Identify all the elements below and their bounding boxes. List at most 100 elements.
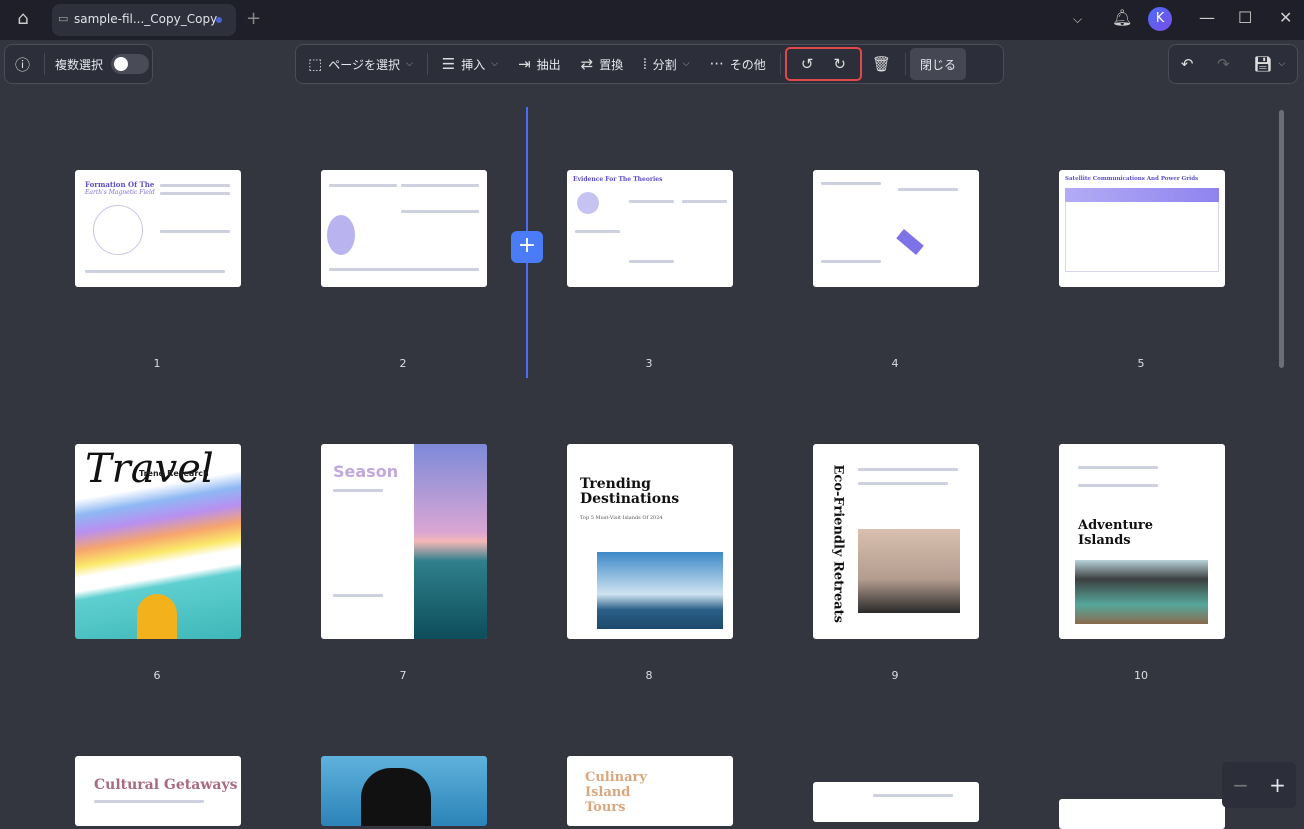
page-thumbnail-6[interactable]: Travel Trend Research [75,444,241,639]
page-thumbnail-2[interactable] [321,170,487,287]
page-title: Season [333,462,399,481]
page-number: 2 [399,357,407,370]
bell-icon[interactable]: 🔔︎ [1112,8,1132,27]
document-icon: ▭ [58,12,69,25]
cursor-select-icon: ⬚ [308,55,323,73]
page-title: Eco-Friendly Retreats [830,464,846,623]
page-thumbnail-14[interactable] [813,782,979,822]
more-button[interactable]: ··· その他 [699,48,775,80]
more-icon: ··· [709,55,724,73]
undo-icon: ↶ [1180,55,1194,73]
document-tab[interactable]: ▭ sample-fil..._Copy_Copy [52,4,236,36]
rotate-right-button[interactable]: ↻ [823,48,856,80]
page-thumbnail-11[interactable]: Cultural Getaways [75,756,241,826]
insert-page-button[interactable]: + [511,231,543,263]
insert-label: 挿入 [461,57,486,72]
close-button[interactable]: 閉じる [910,48,967,80]
page-thumbnail-4[interactable] [813,170,979,287]
page-title: Culinary Island Tours [585,770,647,815]
page-thumbnail-15[interactable] [1059,799,1225,829]
select-pages-button[interactable]: ⬚ ページを選択 ⌵ [298,48,423,80]
title-bar: ⌂ ▭ sample-fil..._Copy_Copy + ⌵ 🔔︎ K — ☐… [0,0,1304,40]
maximize-icon[interactable]: ☐ [1238,8,1252,27]
new-tab-button[interactable]: + [246,8,261,29]
redo-icon: ↷ [1217,55,1230,73]
chevron-down-icon: ⌵ [491,59,499,69]
page-number: 4 [891,357,899,370]
multi-select-toggle[interactable] [111,54,150,74]
home-icon[interactable]: ⌂ [10,8,36,32]
replace-icon: ⇄ [580,55,594,73]
page-thumbnail-8[interactable]: Trending Destinations Top 5 Must-Visit I… [567,444,733,639]
earth-diagram [327,215,355,255]
chevron-down-icon[interactable]: ⌵ [1073,12,1082,27]
more-label: その他 [729,57,766,72]
select-pages-label: ページを選択 [328,57,400,72]
rotate-left-button[interactable]: ↺ [791,48,824,80]
satellite-illustration [896,229,924,255]
split-icon: ⦙ [643,55,647,73]
page-number: 8 [645,669,653,682]
help-icon: ⓘ [15,55,31,74]
page-thumbnail-3[interactable]: Evidence For The Theories [567,170,733,287]
diagram [577,192,599,214]
rotate-left-icon: ↺ [800,55,814,73]
extract-icon: ⇥ [518,55,531,73]
zoom-in-button[interactable]: + [1269,773,1286,797]
replace-button[interactable]: ⇄ 置換 [571,48,634,80]
page-title: Cultural Getaways [94,777,238,793]
save-button[interactable]: 💾︎ ⌵ [1243,48,1295,80]
page-number: 9 [891,669,899,682]
help-button[interactable]: ⓘ [5,48,40,80]
divider [905,53,907,75]
page-thumbnail-5[interactable]: Satellite Communications And Power Grids [1059,170,1225,287]
insert-button[interactable]: ☰ 挿入 ⌵ [432,48,508,80]
split-button[interactable]: ⦙ 分割 ⌵ [633,48,699,80]
extract-label: 抽出 [536,57,561,72]
redo-button[interactable]: ↷ [1207,48,1240,80]
multi-select-label: 複数選択 [55,57,104,72]
page-number: 5 [1137,357,1145,370]
delete-button[interactable]: 🗑︎ [862,48,901,80]
zoom-out-button[interactable]: − [1232,773,1249,797]
close-icon[interactable]: ✕ [1279,8,1292,27]
page-toolbar: ⬚ ページを選択 ⌵ ☰ 挿入 ⌵ ⇥ 抽出 ⇄ 置換 ⦙ 分割 ⌵ ··· その他 ↺ ↻ 🗑︎… [295,44,1004,84]
divider [426,53,428,75]
tab-title: sample-fil..._Copy_Copy [74,12,218,26]
insert-icon: ☰ [441,55,456,73]
rotate-group: ↺ ↻ [784,47,862,81]
page-thumbnail-9[interactable]: Eco-Friendly Retreats [813,444,979,639]
page-thumbnail-10[interactable]: Adventure Islands [1059,444,1225,639]
kayak-image [137,594,177,639]
avatar[interactable]: K [1148,7,1172,31]
island-image [597,552,723,629]
table-body [1065,202,1219,272]
magnetic-field-diagram [93,205,143,255]
page-thumbnail-12[interactable] [321,756,487,826]
vertical-scrollbar[interactable] [1279,110,1284,368]
minimize-icon[interactable]: — [1199,8,1215,27]
replace-label: 置換 [599,57,624,72]
divider [44,53,46,75]
page-thumbnail-7[interactable]: Season [321,444,487,639]
page-subtitle: Trend Research [139,469,209,478]
page-title: Evidence For The Theories [573,176,663,183]
rock-image [858,529,960,613]
chevron-down-icon: ⌵ [1278,59,1286,69]
sunset-ocean-image [414,444,487,639]
chevron-down-icon: ⌵ [405,59,413,69]
undo-button[interactable]: ↶ [1171,48,1204,80]
page-number: 7 [399,669,407,682]
page-title: Satellite Communications And Power Grids [1065,176,1199,182]
multi-select-group: ⓘ 複数選択 [4,44,153,84]
arch-rock-image [1075,560,1208,624]
extract-button[interactable]: ⇥ 抽出 [508,48,571,80]
trash-icon: 🗑︎ [871,55,892,73]
page-subtitle: Top 5 Must-Visit Islands Of 2024 [580,515,663,521]
page-title: Adventure Islands [1078,518,1154,548]
page-thumbnail-1[interactable]: Formation Of The Earth's Magnetic Field [75,170,241,287]
page-number: 6 [153,669,161,682]
page-title: Trending Destinations [580,476,680,507]
page-thumbnail-13[interactable]: Culinary Island Tours [567,756,733,826]
diver-image [361,768,431,826]
